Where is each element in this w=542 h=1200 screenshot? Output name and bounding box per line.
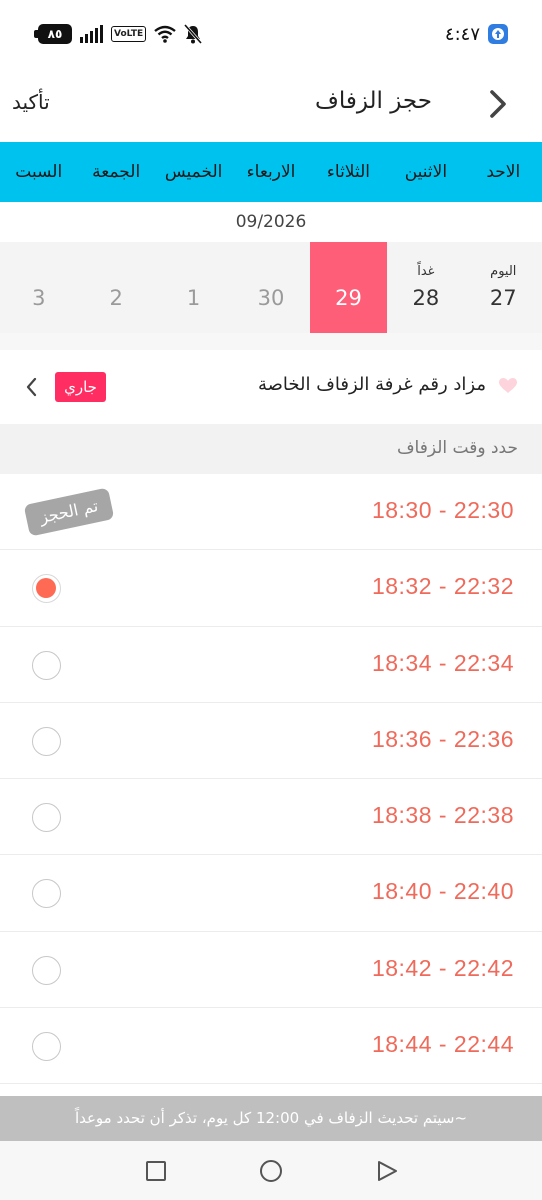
- time-slot[interactable]: 18:42 - 22:42: [0, 931, 542, 1009]
- slot-radio-selected[interactable]: [32, 574, 61, 604]
- battery-icon: ٨٥: [34, 24, 72, 44]
- date-relative-label: اليوم: [490, 264, 517, 279]
- time-slot[interactable]: 18:32 - 22:32: [0, 550, 542, 627]
- booked-stamp: تم الحجز: [23, 487, 115, 537]
- volte-icon: VoLTE: [111, 26, 147, 42]
- slot-time: 18:40 - 22:40: [371, 878, 514, 905]
- slot-time: 18:36 - 22:36: [371, 725, 514, 752]
- home-icon[interactable]: [259, 1159, 283, 1183]
- weekday-friday: الجمعة: [92, 162, 141, 182]
- chevron-left-icon: [26, 377, 37, 397]
- date-picker: اليوم 27 غداً 28 29 30 1 2 3: [0, 242, 542, 333]
- back-chevron-icon[interactable]: [484, 86, 512, 122]
- weekday-tuesday: الثلاثاء: [326, 162, 370, 182]
- room-auction-row[interactable]: مزاد رقم غرفة الزفاف الخاصة جاري: [0, 350, 542, 424]
- weekday-wednesday: الاربعاء: [246, 162, 296, 182]
- slot-time: 18:34 - 22:34: [371, 649, 514, 676]
- weekday-monday: الاثنين: [404, 162, 448, 182]
- confirm-button[interactable]: تأكيد: [12, 90, 50, 114]
- date-cell[interactable]: غداً 28: [387, 242, 464, 333]
- date-relative-label: غداً: [417, 264, 435, 279]
- section-divider: [0, 333, 542, 350]
- slot-radio[interactable]: [32, 650, 61, 680]
- weekday-bar: الاحد الاثنين الثلاثاء الاربعاء الخميس ا…: [0, 142, 542, 202]
- time-slot[interactable]: 18:38 - 22:38: [0, 779, 542, 856]
- status-right: ٤:٤٧: [445, 22, 508, 46]
- weekday-sunday: الاحد: [486, 162, 521, 182]
- weekday-thursday: الخميس: [164, 162, 223, 182]
- date-number: 29: [335, 286, 362, 310]
- mute-bell-icon: [184, 24, 203, 44]
- date-cell-disabled: 1: [155, 242, 232, 333]
- clock: ٤:٤٧: [444, 23, 480, 45]
- date-cell-disabled: 30: [232, 242, 309, 333]
- weekday-saturday: السبت: [15, 162, 63, 182]
- slot-radio[interactable]: [32, 726, 61, 756]
- slot-time: 18:42 - 22:42: [371, 954, 514, 981]
- heart-icon: [499, 378, 517, 393]
- date-cell-disabled: 3: [0, 242, 77, 333]
- slot-time: 18:32 - 22:32: [371, 573, 514, 600]
- time-slot-booked: 18:30 - 22:30 تم الحجز: [0, 474, 542, 551]
- slot-radio[interactable]: [32, 803, 61, 833]
- time-section-header: حدد وقت الزفاف: [0, 424, 542, 474]
- section-title: حدد وقت الزفاف: [396, 438, 518, 458]
- back-icon[interactable]: [375, 1159, 399, 1183]
- slot-time: 18:30 - 22:30: [371, 497, 514, 523]
- system-nav-bar: [0, 1141, 542, 1200]
- slot-radio[interactable]: [32, 879, 61, 909]
- time-slot[interactable]: 18:36 - 22:36: [0, 702, 542, 780]
- slot-time: 18:44 - 22:44: [371, 1031, 514, 1058]
- status-bar: ٨٥ VoLTE ٤:٤٧: [0, 0, 542, 68]
- date-number: 27: [489, 286, 517, 310]
- refresh-notice: سيتم تحديث الزفاف في 12:00 كل يوم، تذكر …: [0, 1096, 542, 1141]
- auction-text: مزاد رقم غرفة الزفاف الخاصة: [257, 374, 486, 395]
- date-cell[interactable]: اليوم 27: [465, 242, 542, 333]
- wifi-icon: [154, 25, 176, 43]
- recent-apps-icon[interactable]: [144, 1159, 168, 1183]
- time-slot-list: 18:30 - 22:30 تم الحجز 18:32 - 22:32 18:…: [0, 474, 542, 1085]
- date-number: 30: [257, 286, 285, 310]
- slot-time: 18:38 - 22:38: [371, 802, 514, 829]
- time-slot[interactable]: 18:34 - 22:34: [0, 626, 542, 703]
- month-label: 09/2026: [235, 212, 307, 232]
- slot-radio[interactable]: [32, 955, 61, 985]
- notification-app-icon: [488, 24, 508, 44]
- date-cell-selected[interactable]: 29: [309, 242, 388, 333]
- battery-level: ٨٥: [47, 27, 63, 41]
- page-title: حجز الزفاف: [315, 88, 432, 114]
- header: حجز الزفاف تأكيد: [0, 68, 542, 142]
- slot-radio[interactable]: [32, 1032, 61, 1062]
- date-number: 1: [186, 286, 201, 310]
- date-cell-disabled: 2: [77, 242, 154, 333]
- time-slot[interactable]: 18:44 - 22:44: [0, 1008, 542, 1085]
- time-slot[interactable]: 18:40 - 22:40: [0, 855, 542, 932]
- date-number: 3: [32, 286, 46, 310]
- live-status-badge: جاري: [55, 372, 106, 402]
- signal-icon: [80, 25, 103, 43]
- status-icons: ٨٥ VoLTE: [34, 22, 203, 46]
- date-number: 2: [109, 286, 123, 310]
- date-number: 28: [412, 286, 440, 310]
